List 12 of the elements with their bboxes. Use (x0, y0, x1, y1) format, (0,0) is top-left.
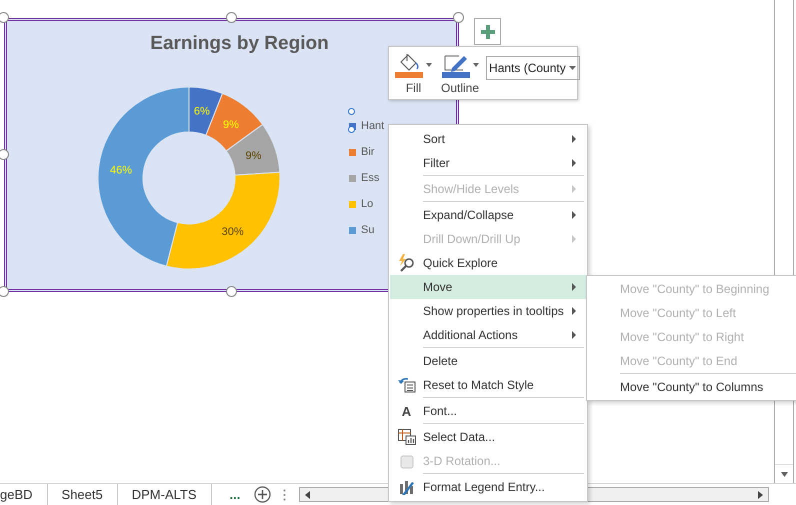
legend-label: Hant (361, 120, 384, 132)
legend-label: Su (361, 224, 374, 236)
legend-label: Bir (361, 146, 374, 158)
legend-label: Ess (361, 172, 380, 184)
data-label: 9% (246, 150, 262, 162)
data-label: 6% (194, 106, 210, 118)
data-label: 9% (223, 118, 239, 131)
data-label: 46% (110, 164, 132, 176)
font-icon: A (402, 404, 412, 418)
data-label: 30% (222, 226, 244, 238)
legend-label: Lo (361, 198, 374, 210)
chart-title: Earnings by Region (150, 33, 329, 55)
